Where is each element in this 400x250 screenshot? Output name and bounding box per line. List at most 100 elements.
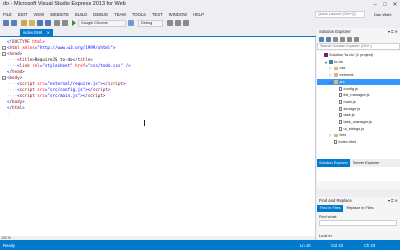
panel-controls-icon[interactable]: ▾ ⎕ ✕ [388,28,398,36]
tab-server-explorer[interactable]: Server Explorer [351,159,381,167]
code-token: /> [125,63,131,68]
run-icon[interactable] [72,20,76,26]
window-title: do - Microsoft Visual Studio Express 201… [3,1,126,7]
find-replace-title: Find and Replace [319,198,352,203]
refresh-icon[interactable] [347,37,352,42]
text-cursor-icon [144,120,146,126]
code-token: "css/todo.css" [87,63,124,68]
code-token: > [90,57,93,62]
code-token: script [92,87,108,92]
solution-search-input[interactable]: Search Solution Explorer (Ctrl+;) [317,43,400,50]
tree-item[interactable]: main.js [334,99,356,105]
save-icon[interactable] [37,20,43,26]
panel-controls-icon[interactable]: ▾ ⎕ ✕ [388,197,398,204]
find-in-files-button[interactable]: Find in Files [317,205,344,212]
home-icon[interactable] [333,37,338,42]
menu-team[interactable]: TEAM [114,12,126,17]
tree-item-label: storage.js [343,105,361,111]
close-button[interactable]: ✕ [392,1,398,8]
menu-view[interactable]: VIEW [33,12,44,17]
code-editor[interactable]: − − − <!DOCTYPE html> <html xmlns="http://w… [0,37,316,240]
indent-guide: ···· [7,57,18,62]
file-icon [338,113,342,118]
collapse-icon[interactable]: − [2,76,6,80]
collapse-icon[interactable]: − [2,46,6,50]
tree-item[interactable]: ◢ src [317,78,400,85]
menu-test[interactable]: TEST [152,12,163,17]
tree-item[interactable]: ▷ external [329,72,353,78]
code-token: title [19,57,33,62]
find-replace-panel: Find and Replace ▾ ⎕ ✕ Find in Files Rep… [317,197,400,240]
open-folder-icon[interactable] [29,20,35,26]
code-token: "external/require.js" [47,81,101,86]
back-icon[interactable] [3,20,9,26]
expand-toggle-icon[interactable]: ◢ [329,79,332,85]
collapse-all-icon[interactable] [354,37,359,42]
menu-debug[interactable]: DEBUG [93,12,108,17]
menu-window[interactable]: WINDOW [169,12,187,17]
browser-dropdown[interactable]: Google Chrome [78,20,126,27]
sync-icon[interactable] [340,37,345,42]
tree-item-label: external [339,72,354,78]
tree-item[interactable]: ui_strings.js [334,126,364,132]
code-line: ····<link rel="stylesheet" href="css/tod… [7,63,131,69]
back-icon[interactable] [319,37,324,42]
tree-item[interactable]: ▷ test [329,132,345,138]
quick-launch-input[interactable]: Quick Launch (Ctrl+Q) [315,11,365,18]
code-token: > [42,39,45,44]
tree-item[interactable]: task_manager.js [334,119,372,125]
redo-icon[interactable] [62,20,68,26]
title-bar: do - Microsoft Visual Studio Express 201… [0,0,400,11]
window-controls: – □ ✕ [372,0,398,9]
forward-icon[interactable] [11,20,17,26]
code-token: href [75,63,86,68]
menu-build[interactable]: BUILD [75,12,87,17]
user-name[interactable]: Dan Wahl [374,12,391,17]
menu-help[interactable]: HELP [193,12,204,17]
expand-toggle-icon[interactable]: ▷ [329,65,332,71]
tree-item[interactable]: ▷ css [329,65,345,71]
tab-solution-explorer[interactable]: Solution Explorer [317,159,350,167]
tree-item[interactable]: index.html [329,139,356,145]
forward-icon[interactable] [326,37,331,42]
menu-tools[interactable]: TOOLS [132,12,146,17]
tree-item-label: src [339,78,345,84]
indent-guide: · [7,111,10,116]
comment-icon[interactable] [175,20,181,26]
find-what-input[interactable] [319,220,397,226]
code-token: body [12,99,23,104]
tree-item[interactable]: task.js [334,112,355,118]
uncomment-icon[interactable] [183,20,189,26]
menu-file[interactable]: FILE [3,12,12,17]
maximize-button[interactable]: □ [382,2,388,8]
refresh-icon[interactable] [128,20,134,26]
tab-index-html[interactable]: index.html ✕ [20,29,53,37]
code-token: src [37,87,45,92]
tree-item[interactable]: list_manager.js [334,92,369,98]
config-dropdown[interactable]: Debug [138,20,163,27]
minimize-button[interactable]: – [372,2,378,8]
undo-icon[interactable] [54,20,60,26]
menu-edit[interactable]: EDIT [18,12,28,17]
menu-website[interactable]: WEBSITE [50,12,69,17]
tree-item[interactable]: Solution 'to-do' (1 project) [319,52,373,58]
solution-explorer-tabs: Solution Explorer Server Explorer [317,159,400,167]
tree-item[interactable]: ◢ to-do [324,59,343,65]
find-icon[interactable] [167,20,173,26]
expand-toggle-icon[interactable]: ◢ [324,59,327,65]
tree-item[interactable]: storage.js [334,106,360,112]
code-token: > [19,51,23,56]
collapse-icon[interactable]: − [2,52,6,56]
close-icon[interactable]: ✕ [47,29,50,37]
tree-item[interactable]: config.js [334,86,358,92]
new-project-icon[interactable] [21,20,27,26]
code-token: "stylesheet" [42,63,73,68]
expand-toggle-icon[interactable]: ▷ [329,72,332,78]
code-token: html [9,45,20,50]
replace-in-files-button[interactable]: Replace in Files [343,205,376,212]
folder-icon [333,66,338,71]
code-token: "src/main.js" [47,93,81,98]
expand-toggle-icon[interactable]: ▷ [329,132,332,138]
save-all-icon[interactable] [45,20,51,26]
tab-label: index.html [23,30,43,35]
